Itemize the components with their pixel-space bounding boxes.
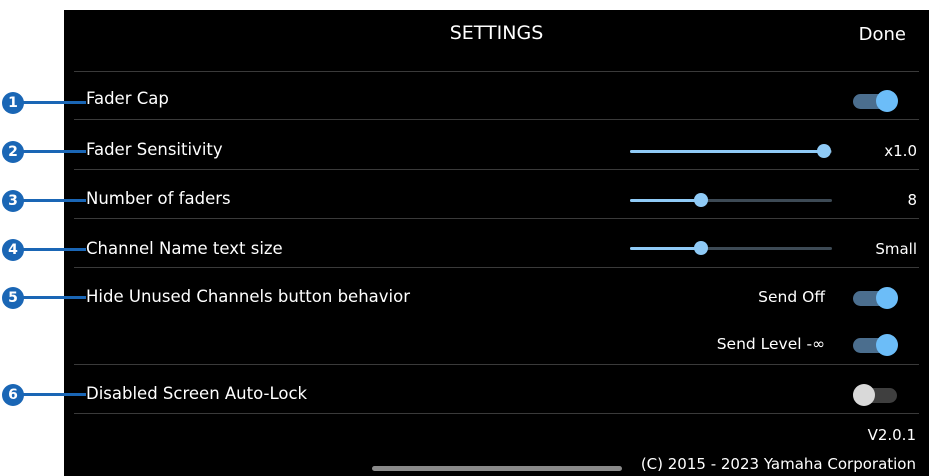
done-button[interactable]: Done <box>859 24 906 45</box>
number-of-faders-value: 8 <box>907 191 917 209</box>
callout-line <box>22 248 86 251</box>
callout-2: 2 <box>2 141 24 163</box>
number-of-faders-slider[interactable] <box>630 193 832 207</box>
slider-fill <box>630 247 701 250</box>
callout-line <box>22 393 86 396</box>
fader-cap-toggle[interactable] <box>853 90 898 112</box>
send-level-label: Send Level -∞ <box>716 335 825 353</box>
callout-line <box>22 150 86 153</box>
send-level-toggle[interactable] <box>853 334 898 356</box>
channel-name-text-size-slider[interactable] <box>630 241 832 255</box>
callout-5: 5 <box>2 287 24 309</box>
callout-4: 4 <box>2 239 24 261</box>
callout-line <box>22 199 86 202</box>
channel-name-text-size-value: Small <box>875 240 917 258</box>
fader-cap-label: Fader Cap <box>86 89 169 108</box>
callout-6: 6 <box>2 384 24 406</box>
version-text: V2.0.1 <box>867 426 916 444</box>
send-off-label: Send Off <box>758 288 825 306</box>
divider <box>74 169 919 170</box>
callout-3: 3 <box>2 190 24 212</box>
divider <box>74 364 919 365</box>
send-off-toggle[interactable] <box>853 287 898 309</box>
slider-thumb[interactable] <box>693 193 708 207</box>
slider-fill <box>630 150 824 153</box>
fader-sensitivity-label: Fader Sensitivity <box>86 140 223 159</box>
fader-sensitivity-slider[interactable] <box>630 144 832 158</box>
callout-line <box>22 296 86 299</box>
toggle-knob <box>853 384 875 406</box>
divider <box>74 119 919 120</box>
channel-name-text-size-label: Channel Name text size <box>86 239 283 258</box>
copyright-text: (C) 2015 - 2023 Yamaha Corporation <box>640 455 916 473</box>
divider <box>74 71 919 72</box>
fader-sensitivity-value: x1.0 <box>884 142 917 160</box>
callout-line <box>22 101 86 104</box>
page-title: SETTINGS <box>449 22 544 44</box>
number-of-faders-label: Number of faders <box>86 189 231 208</box>
toggle-knob <box>876 90 898 112</box>
home-indicator[interactable] <box>372 466 622 471</box>
slider-thumb[interactable] <box>816 144 831 158</box>
divider <box>74 218 919 219</box>
toggle-knob <box>876 334 898 356</box>
hide-unused-channels-label: Hide Unused Channels button behavior <box>86 287 410 306</box>
slider-thumb[interactable] <box>693 241 708 255</box>
toggle-knob <box>876 287 898 309</box>
divider <box>74 413 919 414</box>
disabled-screen-auto-lock-toggle[interactable] <box>853 384 897 406</box>
settings-screen: SETTINGS Done Fader Cap Fader Sensitivit… <box>64 10 929 476</box>
disabled-screen-auto-lock-label: Disabled Screen Auto-Lock <box>86 384 308 403</box>
divider <box>74 267 919 268</box>
slider-fill <box>630 199 701 202</box>
callout-1: 1 <box>2 92 24 114</box>
